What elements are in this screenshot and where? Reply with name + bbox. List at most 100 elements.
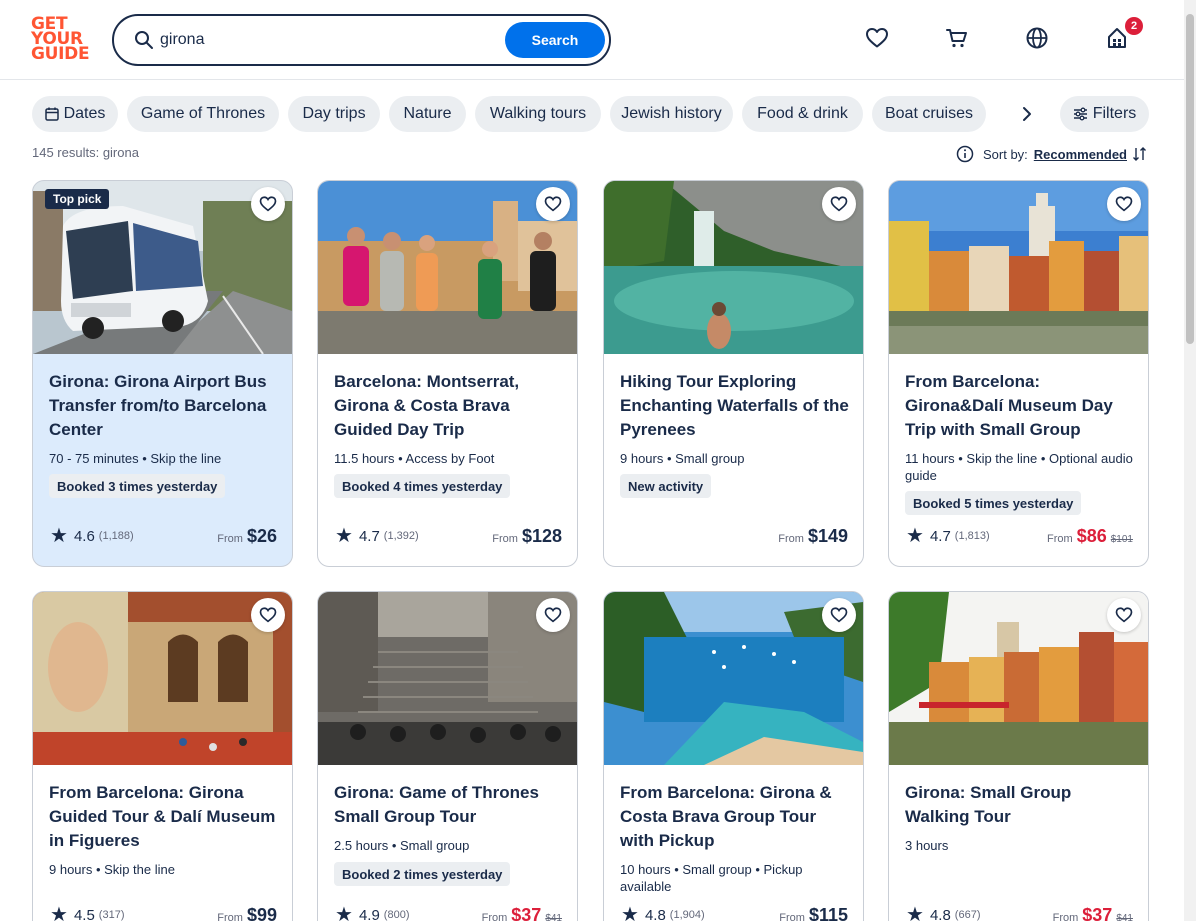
add-to-wishlist-heart-icon[interactable] xyxy=(1107,187,1141,221)
activity-card[interactable]: Girona: Game of Thrones Small Group Tour… xyxy=(317,591,578,921)
star-icon: ★ xyxy=(906,904,924,921)
sort-value[interactable]: Recommended xyxy=(1034,147,1127,162)
star-icon: ★ xyxy=(335,525,353,547)
chip-label: Boat cruises xyxy=(884,105,974,122)
chip-day-trips[interactable]: Day trips xyxy=(288,96,380,132)
add-to-wishlist-heart-icon[interactable] xyxy=(1107,598,1141,632)
price-from-label: From xyxy=(492,533,518,545)
chip-jewish-history[interactable]: Jewish history xyxy=(610,96,733,132)
chip-label: Game of Thrones xyxy=(140,105,266,122)
logo-line: GUIDE xyxy=(31,44,90,64)
activity-card[interactable]: Barcelona: Montserrat, Girona & Costa Br… xyxy=(317,180,578,567)
rating: ★ 4.7 (1,392) xyxy=(335,526,419,546)
review-count: (317) xyxy=(98,909,125,921)
getyourguide-logo[interactable]: GET YOUR GUIDE xyxy=(31,16,90,64)
price-amount: $99 xyxy=(246,905,277,921)
scrollbar-thumb[interactable] xyxy=(1186,14,1194,344)
calendar-icon xyxy=(44,107,59,121)
rating: ★ 4.9 (800) xyxy=(335,905,409,921)
filters-button[interactable]: Filters xyxy=(1060,96,1149,132)
activity-title[interactable]: Hiking Tour Exploring Enchanting Waterfa… xyxy=(620,370,852,442)
wishlist-heart-icon[interactable] xyxy=(864,25,890,51)
chip-label: Food & drink xyxy=(757,105,848,122)
site-header: GET YOUR GUIDE Search 2 xyxy=(0,0,1184,80)
add-to-wishlist-heart-icon[interactable] xyxy=(536,598,570,632)
rating: ★ 4.8 (667) xyxy=(906,905,980,921)
activity-meta: 70 - 75 minutes • Skip the line xyxy=(49,451,222,466)
chip-walking-tours[interactable]: Walking tours xyxy=(475,96,601,132)
booked-badge: Booked 5 times yesterday xyxy=(905,491,1082,515)
rating: ★ 4.5 (317) xyxy=(50,905,124,921)
activity-meta: 9 hours • Small group xyxy=(620,451,745,466)
booked-badge: Booked 3 times yesterday xyxy=(49,474,226,498)
top-pick-badge: Top pick xyxy=(45,189,110,209)
chip-boat-cruises[interactable]: Boat cruises xyxy=(872,96,986,132)
rating-value: 4.6 xyxy=(73,527,95,545)
original-price: $101 xyxy=(1110,534,1133,545)
rating: ★ 4.6 (1,188) xyxy=(50,526,134,546)
price: From $149 xyxy=(778,526,848,547)
search-input[interactable] xyxy=(160,26,490,54)
filter-sliders-icon xyxy=(1073,107,1087,121)
activity-card[interactable]: Top pick Girona: Girona Airport Bus Tran… xyxy=(32,180,293,567)
activity-meta: 11.5 hours • Access by Foot xyxy=(334,451,495,466)
globe-language-icon[interactable] xyxy=(1024,25,1050,51)
chip-game-of-thrones[interactable]: Game of Thrones xyxy=(127,96,279,132)
search-button[interactable]: Search xyxy=(505,22,605,58)
chip-label: Jewish history xyxy=(621,105,722,122)
review-count: (667) xyxy=(954,909,981,921)
star-icon: ★ xyxy=(906,525,924,547)
chip-nature[interactable]: Nature xyxy=(389,96,466,132)
rating: ★ 4.7 (1,813) xyxy=(906,526,990,546)
add-to-wishlist-heart-icon[interactable] xyxy=(251,187,285,221)
price: From $26 xyxy=(217,526,277,547)
rating-value: 4.9 xyxy=(358,906,380,921)
rating-value: 4.5 xyxy=(73,906,95,921)
chip-dates[interactable]: Dates xyxy=(32,96,118,132)
sort-arrows-icon xyxy=(1133,147,1146,161)
price-amount: $26 xyxy=(246,526,277,546)
activity-title[interactable]: Girona: Girona Airport Bus Transfer from… xyxy=(49,370,281,442)
activity-meta: 11 hours • Skip the line • Optional audi… xyxy=(905,451,1133,483)
info-icon[interactable] xyxy=(956,145,974,163)
review-count: (800) xyxy=(383,909,410,921)
activity-title[interactable]: Barcelona: Montserrat, Girona & Costa Br… xyxy=(334,370,566,442)
add-to-wishlist-heart-icon[interactable] xyxy=(251,598,285,632)
activity-title[interactable]: From Barcelona: Girona&Dalí Museum Day T… xyxy=(905,370,1137,442)
activity-card[interactable]: From Barcelona: Girona & Costa Brava Gro… xyxy=(603,591,864,921)
activity-card[interactable]: Girona: Small Group Walking Tour 3 hours… xyxy=(888,591,1149,921)
add-to-wishlist-heart-icon[interactable] xyxy=(536,187,570,221)
activity-title[interactable]: Girona: Game of Thrones Small Group Tour xyxy=(334,781,566,829)
activity-title[interactable]: From Barcelona: Girona & Costa Brava Gro… xyxy=(620,781,852,853)
sort-control[interactable]: Sort by: Recommended xyxy=(956,144,1148,164)
price-from-label: From xyxy=(481,912,508,921)
price-from-label: From xyxy=(1052,912,1079,921)
cart-icon[interactable] xyxy=(944,25,970,51)
chevron-right-icon[interactable] xyxy=(1015,102,1039,126)
review-count: (1,188) xyxy=(98,530,134,542)
category-chips: Dates Game of Thrones Day trips Nature W… xyxy=(32,96,1149,132)
review-count: (1,813) xyxy=(954,530,990,542)
activity-card[interactable]: Hiking Tour Exploring Enchanting Waterfa… xyxy=(603,180,864,567)
chip-food-drink[interactable]: Food & drink xyxy=(742,96,863,132)
price-from-label: From xyxy=(779,912,805,921)
activity-title[interactable]: From Barcelona: Girona Guided Tour & Dal… xyxy=(49,781,281,853)
rating-value: 4.7 xyxy=(929,527,951,545)
price: From $86 $101 xyxy=(1047,526,1133,547)
add-to-wishlist-heart-icon[interactable] xyxy=(822,598,856,632)
price: From $115 xyxy=(779,905,848,921)
price-from-label: From xyxy=(1047,533,1073,545)
chip-label: Nature xyxy=(403,105,452,122)
activity-meta: 3 hours xyxy=(905,838,949,853)
original-price: $41 xyxy=(545,913,562,921)
results-count: 145 results: girona xyxy=(32,145,139,160)
sort-label: Sort by: xyxy=(983,146,1028,162)
activity-card[interactable]: From Barcelona: Girona Guided Tour & Dal… xyxy=(32,591,293,921)
star-icon: ★ xyxy=(50,904,68,921)
activity-meta: 9 hours • Skip the line xyxy=(49,862,175,877)
activity-card[interactable]: From Barcelona: Girona&Dalí Museum Day T… xyxy=(888,180,1149,567)
activity-title[interactable]: Girona: Small Group Walking Tour xyxy=(905,781,1137,829)
page-scrollbar[interactable] xyxy=(1184,0,1196,921)
add-to-wishlist-heart-icon[interactable] xyxy=(822,187,856,221)
search-bar: Search xyxy=(112,14,611,66)
